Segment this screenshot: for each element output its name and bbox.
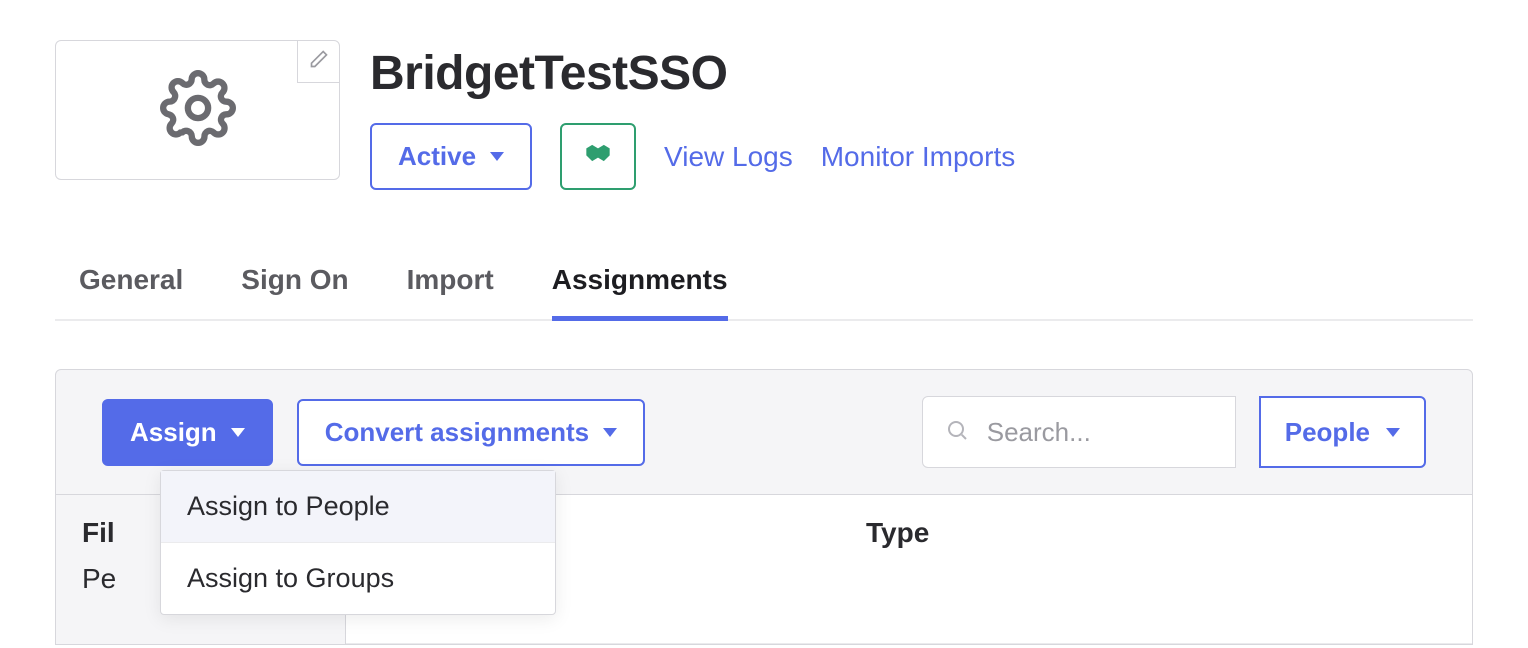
monitor-imports-link[interactable]: Monitor Imports	[821, 141, 1016, 173]
assign-to-people-item[interactable]: Assign to People	[161, 471, 555, 543]
gear-icon	[160, 70, 236, 151]
tab-assignments[interactable]: Assignments	[552, 264, 728, 321]
handshake-button[interactable]	[560, 123, 636, 190]
search-icon	[945, 418, 969, 447]
convert-label: Convert assignments	[325, 417, 589, 448]
edit-logo-button[interactable]	[297, 41, 339, 83]
people-filter-dropdown[interactable]: People	[1259, 396, 1426, 468]
chevron-down-icon	[603, 428, 617, 437]
tab-general[interactable]: General	[79, 264, 183, 319]
chevron-down-icon	[231, 428, 245, 437]
assign-button[interactable]: Assign	[102, 399, 273, 466]
status-label: Active	[398, 141, 476, 172]
chevron-down-icon	[490, 152, 504, 161]
status-dropdown[interactable]: Active	[370, 123, 532, 190]
tab-bar: General Sign On Import Assignments	[55, 264, 1473, 321]
search-input[interactable]	[987, 417, 1217, 448]
page-title: BridgetTestSSO	[370, 46, 1015, 101]
search-box[interactable]	[922, 396, 1236, 468]
assign-to-groups-item[interactable]: Assign to Groups	[161, 543, 555, 614]
chevron-down-icon	[1386, 428, 1400, 437]
tab-import[interactable]: Import	[407, 264, 494, 319]
pencil-icon	[309, 49, 329, 74]
assignments-panel: Assign Convert assignments People	[55, 369, 1473, 645]
assign-dropdown-menu: Assign to People Assign to Groups	[160, 470, 556, 615]
app-logo-box	[55, 40, 340, 180]
tab-sign-on[interactable]: Sign On	[241, 264, 348, 319]
view-logs-link[interactable]: View Logs	[664, 141, 793, 173]
people-filter-label: People	[1285, 417, 1370, 448]
handshake-icon	[584, 141, 612, 172]
assign-label: Assign	[130, 417, 217, 448]
convert-assignments-button[interactable]: Convert assignments	[297, 399, 645, 466]
